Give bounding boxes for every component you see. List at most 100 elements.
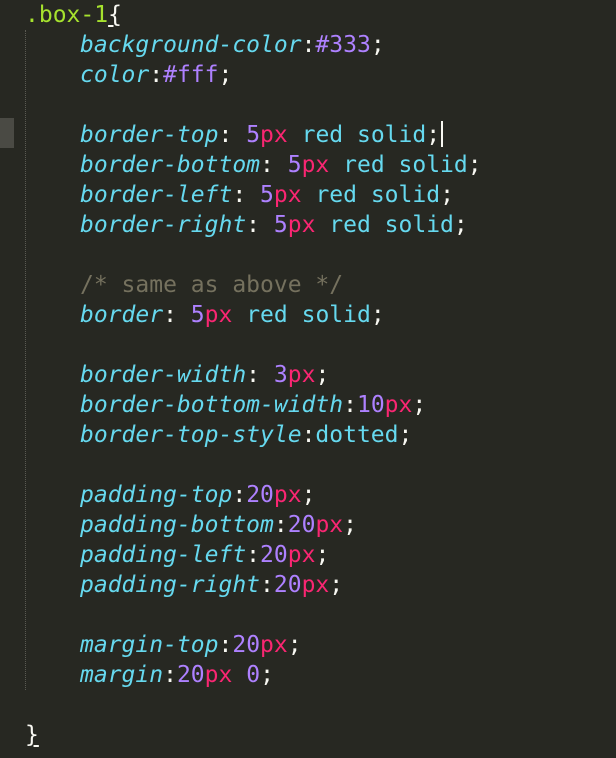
colon: : (218, 122, 247, 148)
colon: : (246, 362, 274, 388)
code-line-border-bottom-width[interactable]: border-bottom-width:10px; (80, 390, 426, 420)
colon: : (232, 182, 261, 208)
colon: : (149, 62, 164, 88)
unit: px (204, 662, 233, 688)
semicolon: ; (218, 62, 233, 88)
unit: px (260, 632, 288, 658)
open-brace: { (108, 2, 122, 28)
colon: : (246, 542, 261, 568)
code-editor[interactable]: .box-1{ background-color:#333; color:#ff… (0, 0, 616, 758)
property-name: color (80, 62, 150, 88)
close-brace: } (25, 722, 39, 748)
unit: px (273, 482, 302, 508)
code-line-border-top[interactable]: border-top: 5px red solid; (80, 120, 444, 150)
colon: : (232, 482, 247, 508)
property-name: border-right (80, 212, 247, 238)
number-value: 20 (260, 542, 288, 568)
code-line-padding-bottom[interactable]: padding-bottom:20px; (80, 510, 357, 540)
semicolon: ; (315, 362, 330, 388)
colon: : (301, 32, 316, 58)
unit: px (204, 302, 233, 328)
closing-brace-line[interactable]: } (25, 720, 39, 750)
colon: : (163, 662, 177, 688)
unit: px (287, 362, 316, 388)
property-name: border-bottom (80, 152, 261, 178)
colon: : (246, 212, 274, 238)
selector-line[interactable]: .box-1{ (25, 0, 122, 30)
property-name: padding-top (80, 482, 233, 508)
semicolon: ; (329, 572, 344, 598)
number-value: 20 (287, 512, 316, 538)
code-line-border-left[interactable]: border-left: 5px red solid; (80, 180, 454, 210)
unit: px (287, 542, 316, 568)
code-line-border-top-style[interactable]: border-top-style:dotted; (80, 420, 412, 450)
colon: : (163, 302, 191, 328)
colon: : (273, 512, 288, 538)
code-line-background-color[interactable]: background-color:#333; (80, 30, 385, 60)
number-value: 5 (287, 152, 302, 178)
number-value: 5 (260, 182, 274, 208)
semicolon: ; (260, 662, 274, 688)
number-value: 20 (246, 482, 274, 508)
number-value: 5 (246, 122, 261, 148)
number-value: 20 (232, 632, 261, 658)
property-name: margin-top (80, 632, 219, 658)
property-name: background-color (80, 32, 302, 58)
semicolon: ; (370, 302, 385, 328)
semicolon: ; (315, 542, 330, 568)
property-name: border (80, 302, 164, 328)
code-line-comment[interactable]: /* same as above */ (80, 270, 343, 300)
property-name: border-width (80, 362, 247, 388)
keyword-value: red solid (315, 212, 454, 238)
keyword-value: red solid (287, 122, 427, 148)
semicolon: ; (467, 152, 482, 178)
semicolon: ; (398, 422, 413, 448)
property-name: margin (80, 662, 164, 688)
code-line-padding-top[interactable]: padding-top:20px; (80, 480, 315, 510)
keyword-value: red solid (301, 182, 441, 208)
current-line-gutter-marker (0, 118, 14, 148)
semicolon: ; (287, 632, 302, 658)
indent-guide (25, 30, 26, 690)
colon: : (301, 422, 316, 448)
code-line-margin-top[interactable]: margin-top:20px; (80, 630, 302, 660)
unit: px (315, 512, 344, 538)
unit: px (301, 572, 330, 598)
number-value: 20 (176, 662, 205, 688)
colon: : (343, 392, 357, 418)
number-value: 5 (273, 212, 288, 238)
semicolon: ; (343, 512, 357, 538)
unit: px (273, 182, 302, 208)
property-name: padding-bottom (80, 512, 274, 538)
code-line-border-bottom[interactable]: border-bottom: 5px red solid; (80, 150, 482, 180)
number-value: 3 (273, 362, 288, 388)
colon: : (260, 572, 274, 598)
code-line-margin[interactable]: margin:20px 0; (80, 660, 274, 690)
code-line-border[interactable]: border: 5px red solid; (80, 300, 385, 330)
number-value: 5 (190, 302, 205, 328)
keyword-value: red solid (329, 152, 468, 178)
code-line-padding-left[interactable]: padding-left:20px; (80, 540, 329, 570)
keyword-value: dotted (315, 422, 399, 448)
code-line-padding-right[interactable]: padding-right:20px; (80, 570, 343, 600)
keyword-value: red solid (232, 302, 371, 328)
property-value: #fff (163, 62, 219, 88)
property-name: padding-right (80, 572, 261, 598)
number-value: 10 (356, 392, 385, 418)
property-value: #333 (315, 32, 371, 58)
semicolon: ; (453, 212, 468, 238)
semicolon: ; (370, 32, 385, 58)
text-cursor (441, 121, 444, 147)
code-comment: /* same as above */ (80, 272, 344, 298)
code-line-border-width[interactable]: border-width: 3px; (80, 360, 329, 390)
property-name: border-bottom-width (80, 392, 344, 418)
number-value: 20 (273, 572, 302, 598)
code-line-color[interactable]: color:#fff; (80, 60, 232, 90)
semicolon: ; (426, 122, 441, 148)
unit: px (301, 152, 330, 178)
colon: : (260, 152, 288, 178)
unit: px (384, 392, 413, 418)
unit: px (287, 212, 316, 238)
code-line-border-right[interactable]: border-right: 5px red solid; (80, 210, 468, 240)
